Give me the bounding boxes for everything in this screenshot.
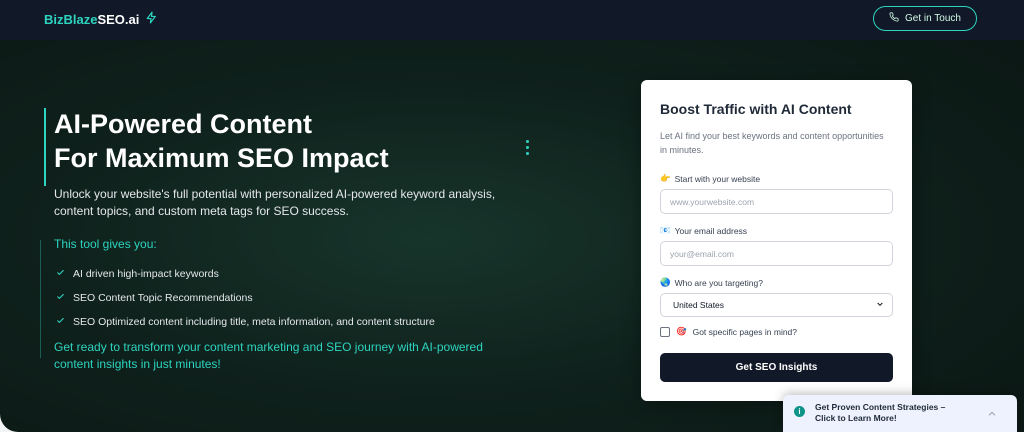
features-accent-bar: [40, 240, 41, 358]
headline-line-2: For Maximum SEO Impact: [54, 143, 389, 173]
features-list: AI driven high-impact keywords SEO Conte…: [56, 262, 435, 334]
phone-icon: [889, 12, 899, 25]
specific-pages-label[interactable]: Got specific pages in mind?: [693, 327, 797, 337]
get-seo-insights-button[interactable]: Get SEO Insights: [660, 353, 893, 382]
form-title: Boost Traffic with AI Content: [660, 101, 852, 117]
get-in-touch-label: Get in Touch: [905, 13, 961, 24]
pointing-hand-icon: 👉: [660, 173, 671, 183]
email-label-text: Your email address: [674, 225, 748, 236]
specific-pages-row: 🎯 Got specific pages in mind?: [660, 326, 797, 337]
seo-form-card: Boost Traffic with AI Content Let AI fin…: [641, 80, 912, 401]
target-country-select[interactable]: United States: [660, 293, 893, 317]
headline-accent-bar: [44, 108, 46, 186]
chevron-down-icon: [876, 300, 884, 310]
lightning-icon: [145, 11, 158, 27]
brand-name-accent: BizBlaze: [44, 11, 98, 27]
feature-text: SEO Content Topic Recommendations: [73, 292, 253, 304]
hero-section: BizBlaze SEO.ai Get in Touch AI-Powered C…: [0, 0, 1024, 432]
content-strategies-toast[interactable]: i Get Proven Content Strategies – Click …: [783, 395, 1017, 432]
toast-text[interactable]: Get Proven Content Strategies – Click to…: [815, 402, 965, 424]
brand-name-rest: SEO.ai: [97, 11, 140, 27]
hero-headline: AI-Powered Content For Maximum SEO Impac…: [54, 107, 474, 175]
decorative-dots: [526, 140, 530, 158]
check-icon: [56, 292, 65, 304]
feature-item: AI driven high-impact keywords: [56, 262, 435, 286]
chevron-up-icon[interactable]: [987, 406, 997, 416]
target-label: 🌏 Who are you targeting?: [660, 277, 763, 288]
email-label: 📧 Your email address: [660, 225, 747, 236]
feature-text: SEO Optimized content including title, m…: [73, 316, 435, 328]
info-icon: i: [794, 406, 805, 417]
target-label-text: Who are you targeting?: [674, 277, 763, 288]
email-icon: 📧: [660, 225, 671, 235]
feature-item: SEO Content Topic Recommendations: [56, 286, 435, 310]
check-icon: [56, 316, 65, 328]
website-label-text: Start with your website: [674, 173, 761, 184]
target-icon: 🎯: [676, 326, 687, 336]
brand-logo[interactable]: BizBlaze SEO.ai: [44, 11, 158, 27]
hero-subtext: Unlock your website's full potential wit…: [54, 187, 496, 218]
top-navbar: BizBlaze SEO.ai Get in Touch: [0, 0, 1024, 40]
specific-pages-checkbox[interactable]: [660, 326, 670, 337]
headline-line-1: AI-Powered Content: [54, 109, 313, 139]
get-in-touch-button[interactable]: Get in Touch: [873, 6, 977, 31]
form-description: Let AI find your best keywords and conte…: [660, 131, 884, 155]
globe-icon: 🌏: [660, 277, 671, 287]
feature-text: AI driven high-impact keywords: [73, 268, 219, 280]
features-title: This tool gives you:: [54, 237, 157, 251]
email-input[interactable]: [660, 241, 893, 266]
hero-closing-text: Get ready to transform your content mark…: [54, 340, 483, 371]
website-label: 👉 Start with your website: [660, 173, 760, 184]
website-input[interactable]: [660, 189, 893, 214]
target-country-value: United States: [673, 300, 725, 310]
feature-item: SEO Optimized content including title, m…: [56, 310, 435, 334]
check-icon: [56, 268, 65, 280]
